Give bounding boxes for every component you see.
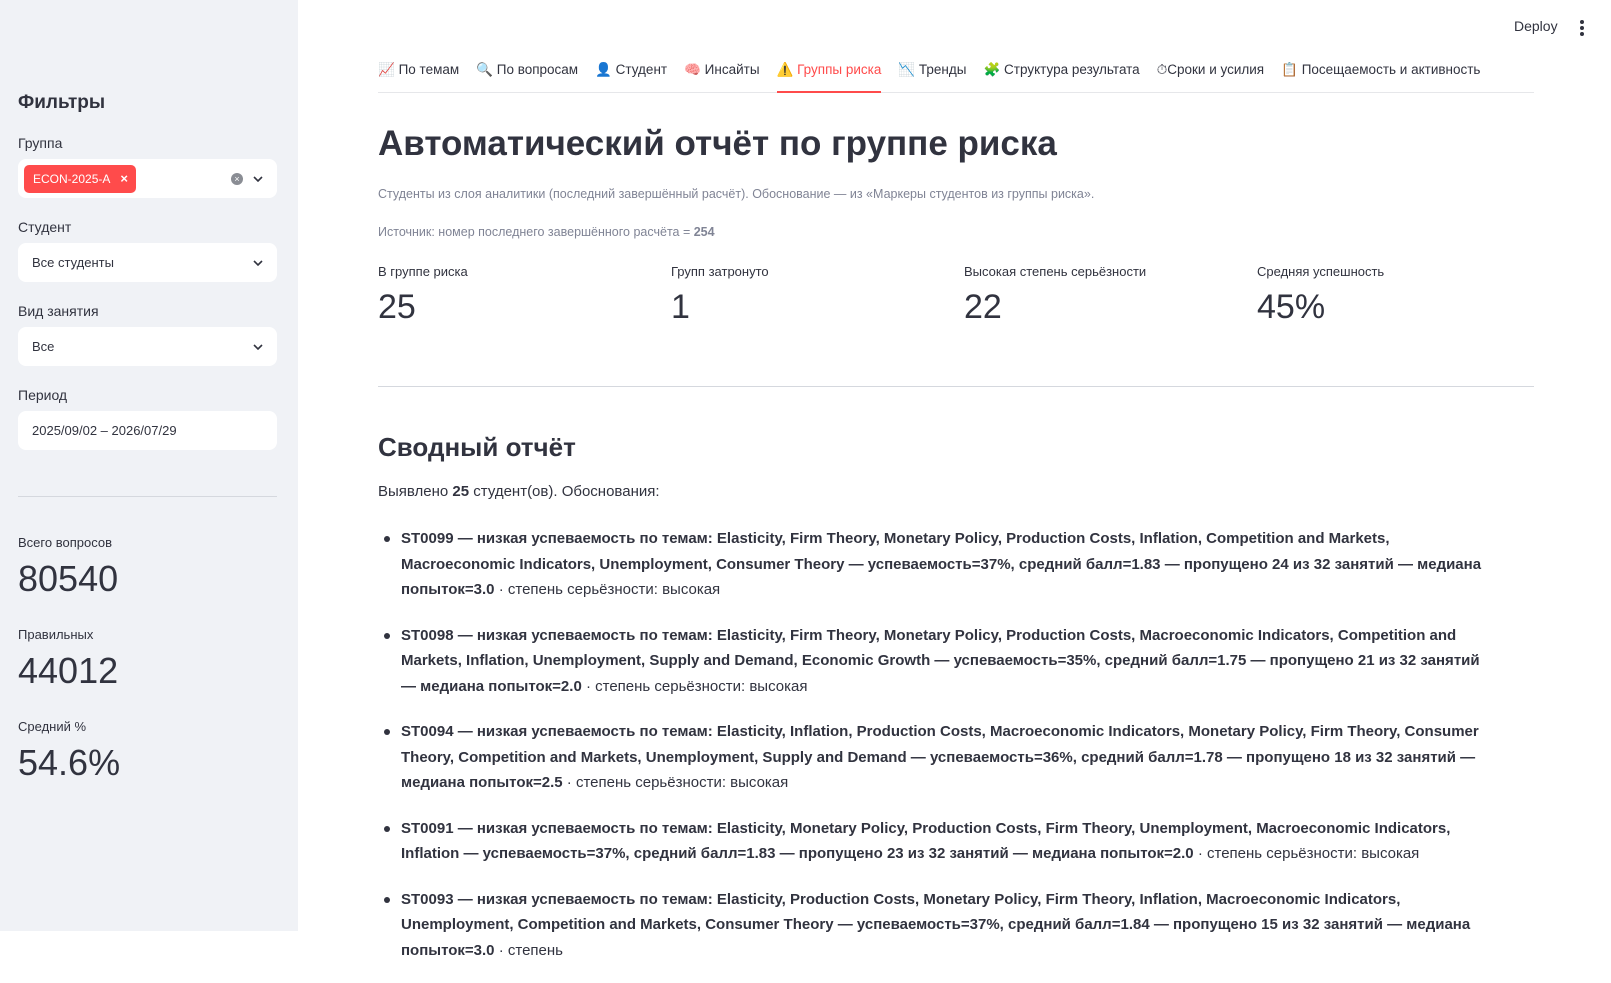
- tab-label: Структура результата: [1004, 62, 1140, 77]
- tab-topics[interactable]: 📈 По темам: [378, 58, 459, 92]
- chevron-down-icon[interactable]: [253, 174, 263, 184]
- deploy-button[interactable]: Deploy: [1514, 18, 1558, 34]
- chevron-down-icon[interactable]: [253, 342, 263, 352]
- metric-value-groups: 1: [671, 288, 690, 326]
- metric-value-at-risk: 25: [378, 288, 416, 326]
- run-number: 254: [693, 225, 715, 239]
- metric-value-total: 80540: [18, 558, 119, 599]
- student-filter-label: Студент: [18, 219, 72, 235]
- sidebar-title: Фильтры: [18, 92, 106, 113]
- tab-student[interactable]: 👤 Студент: [595, 58, 667, 92]
- list-item: ST0099 — низкая успеваемость по темам: E…: [378, 526, 1488, 603]
- chart-up-icon: 📈: [378, 62, 395, 77]
- summary-suffix: студент(ов). Обоснования:: [469, 483, 660, 500]
- caption-description: Студенты из слоя аналитики (последний за…: [378, 187, 1095, 201]
- caption-source: Источник: номер последнего завершённого …: [378, 225, 715, 239]
- list-item-severity: · степень: [494, 941, 563, 959]
- chart-down-icon: 📉: [898, 62, 916, 77]
- chevron-down-icon[interactable]: [253, 258, 263, 268]
- tab-label: Группы риска: [797, 62, 882, 77]
- tab-result-structure[interactable]: 🧩 Структура результата: [983, 58, 1139, 92]
- summary-prefix: Выявлено: [378, 483, 453, 500]
- metric-label-total: Всего вопросов: [18, 535, 112, 550]
- tab-label: Тренды: [918, 62, 967, 77]
- summary-intro: Выявлено 25 студент(ов). Обоснования:: [378, 483, 660, 500]
- group-multiselect[interactable]: ECON-2025-A × ×: [18, 159, 277, 198]
- metric-value-severity: 22: [964, 288, 1002, 326]
- risk-student-list: ST0099 — низкая успеваемость по темам: E…: [378, 526, 1488, 983]
- list-item-main: ST0098 — низкая успеваемость по темам: E…: [401, 626, 1480, 695]
- tab-trends[interactable]: 📉 Тренды: [898, 58, 966, 92]
- list-item: ST0098 — низкая успеваемость по темам: E…: [378, 623, 1488, 700]
- tab-bar: 📈 По темам 🔍 По вопросам 👤 Студент 🧠 Инс…: [378, 58, 1534, 93]
- period-label: Период: [18, 387, 68, 403]
- metric-label-severity: Высокая степень серьёзности: [964, 264, 1147, 279]
- metric-label-success: Средняя успешность: [1257, 264, 1385, 279]
- tab-label: Инсайты: [704, 62, 760, 77]
- tab-label: По вопросам: [496, 62, 579, 77]
- timer-icon: ⏱: [1156, 62, 1168, 77]
- metric-label-average: Средний %: [18, 719, 87, 734]
- summary-count: 25: [452, 483, 470, 500]
- puzzle-icon: 🧩: [983, 62, 1001, 77]
- tab-attendance[interactable]: 📋 Посещаемость и активность: [1281, 58, 1480, 92]
- list-item: ST0093 — низкая успеваемость по темам: E…: [378, 887, 1488, 964]
- period-value: 2025/09/02 – 2026/07/29: [32, 423, 177, 438]
- metric-label-groups: Групп затронуто: [671, 264, 769, 279]
- warning-icon: ⚠️: [776, 62, 794, 77]
- period-date-input[interactable]: 2025/09/02 – 2026/07/29: [18, 411, 277, 450]
- magnifier-icon: 🔍: [476, 62, 493, 77]
- person-icon: 👤: [595, 62, 612, 77]
- list-item-severity: · степень серьёзности: высокая: [1193, 845, 1420, 862]
- divider: [378, 386, 1534, 387]
- tab-label: По темам: [398, 62, 460, 77]
- lesson-type-label: Вид занятия: [18, 303, 99, 319]
- group-tag-label: ECON-2025-A: [33, 171, 111, 186]
- sidebar: Фильтры Группа ECON-2025-A × × Студент В…: [0, 0, 298, 931]
- metric-value-correct: 44012: [18, 650, 119, 691]
- tab-timing-effort[interactable]: ⏱Сроки и усилия: [1157, 58, 1264, 92]
- remove-tag-icon[interactable]: ×: [120, 171, 128, 186]
- student-select[interactable]: Все студенты: [18, 243, 277, 282]
- caption-source-prefix: Источник: номер последнего завершённого …: [378, 225, 694, 239]
- tab-label: Посещаемость и активность: [1301, 62, 1481, 77]
- sidebar-divider: [18, 496, 277, 497]
- metric-value-average: 54.6%: [18, 742, 121, 783]
- lesson-type-select[interactable]: Все: [18, 327, 277, 366]
- tab-label: Студент: [615, 62, 668, 77]
- list-item-severity: · степень серьёзности: высокая: [562, 774, 789, 791]
- list-item: ST0091 — низкая успеваемость по темам: E…: [378, 816, 1488, 867]
- clear-icon[interactable]: ×: [231, 172, 243, 185]
- group-tag[interactable]: ECON-2025-A ×: [24, 164, 136, 193]
- group-filter-label: Группа: [18, 135, 63, 151]
- summary-title: Сводный отчёт: [378, 432, 576, 462]
- metric-value-success: 45%: [1257, 288, 1326, 326]
- clipboard-icon: 📋: [1281, 62, 1298, 77]
- list-item: ST0094 — низкая успеваемость по темам: E…: [378, 719, 1488, 796]
- tab-questions[interactable]: 🔍 По вопросам: [476, 58, 578, 92]
- metric-label-correct: Правильных: [18, 627, 94, 642]
- student-select-value: Все студенты: [32, 255, 114, 270]
- tab-risk-groups[interactable]: ⚠️ Группы риска: [776, 58, 882, 93]
- list-item-severity: · степень серьёзности: высокая: [494, 581, 721, 598]
- more-menu-icon[interactable]: [1580, 20, 1584, 36]
- lesson-type-value: Все: [32, 339, 55, 354]
- tab-insights[interactable]: 🧠 Инсайты: [684, 58, 759, 92]
- tab-label: Сроки и усилия: [1167, 62, 1265, 77]
- list-item-severity: · степень серьёзности: высокая: [581, 677, 808, 695]
- brain-icon: 🧠: [684, 62, 701, 77]
- page-title: Автоматический отчёт по группе риска: [378, 124, 1057, 163]
- metric-label-at-risk: В группе риска: [378, 264, 468, 279]
